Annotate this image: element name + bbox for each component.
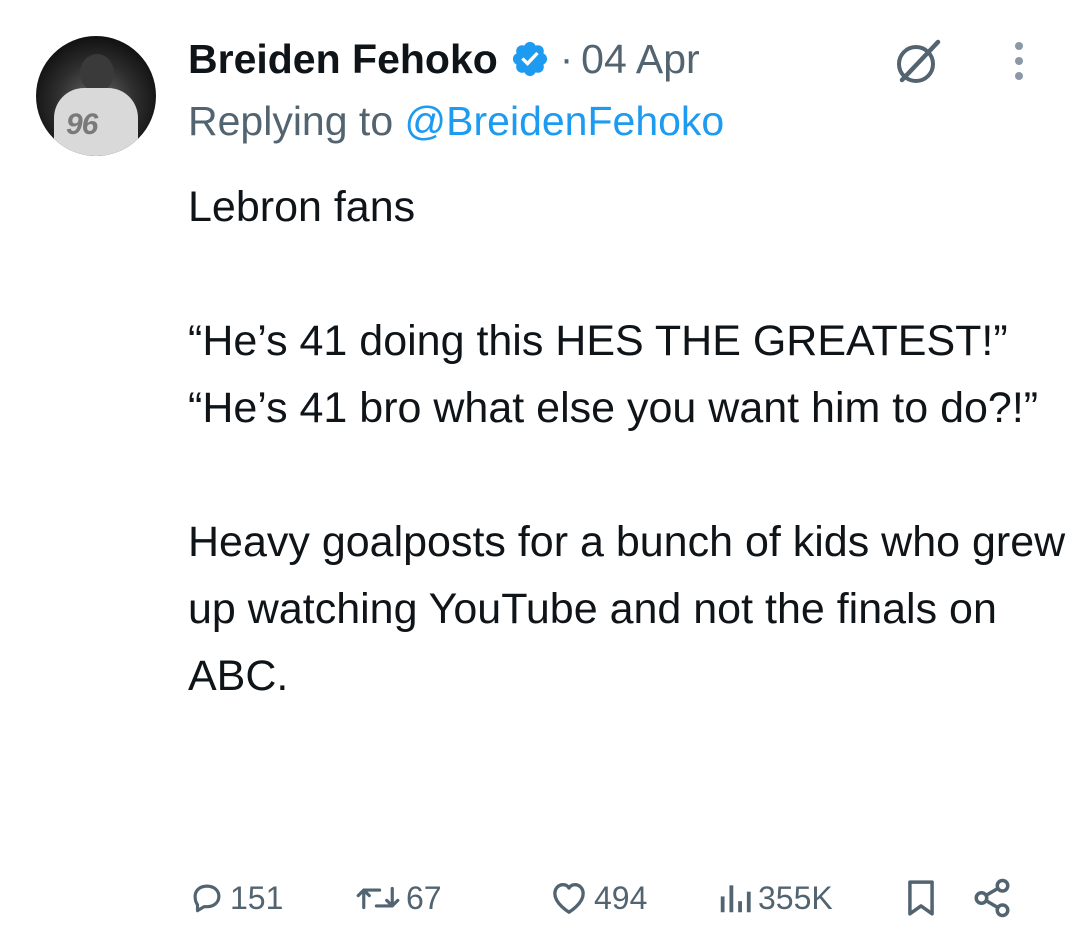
- share-icon: [974, 878, 1010, 918]
- reply-icon: [193, 884, 221, 913]
- reply-handle-link[interactable]: @BreidenFehoko: [405, 98, 725, 144]
- bookmark-button[interactable]: [902, 868, 940, 928]
- like-icon: [553, 883, 585, 914]
- tweet-body: Lebron fans “He’s 41 doing this HES THE …: [188, 183, 1066, 700]
- like-count: 494: [594, 879, 648, 916]
- reply-count: 151: [230, 879, 284, 916]
- author-name[interactable]: Breiden Fehoko: [188, 36, 498, 83]
- repost-count: 67: [406, 879, 442, 916]
- tweet-date[interactable]: 04 Apr: [581, 36, 700, 83]
- replying-to-label: Replying to: [188, 98, 394, 144]
- replying-to: Replying to @BreidenFehoko: [188, 98, 724, 145]
- action-bar: 151 67 494 355K: [188, 868, 1048, 928]
- bookmark-icon: [908, 880, 934, 916]
- separator-dot: ·: [559, 36, 574, 81]
- more-icon[interactable]: [1004, 36, 1034, 86]
- like-button[interactable]: 494: [548, 868, 647, 928]
- views-count: 355K: [758, 879, 833, 916]
- share-button[interactable]: [970, 868, 1014, 928]
- reply-button[interactable]: 151: [188, 868, 283, 928]
- views-button[interactable]: 355K: [716, 868, 833, 928]
- avatar-jersey-number: 96: [66, 108, 98, 141]
- avatar[interactable]: 96: [36, 36, 156, 156]
- repost-button[interactable]: 67: [354, 868, 442, 928]
- tweet-header: Breiden Fehoko · 04 Apr: [188, 26, 700, 92]
- views-icon: [720, 885, 751, 913]
- repost-icon: [356, 886, 400, 910]
- verified-badge-icon: [512, 41, 547, 77]
- grok-icon[interactable]: [890, 34, 946, 90]
- avatar-head: [80, 54, 114, 92]
